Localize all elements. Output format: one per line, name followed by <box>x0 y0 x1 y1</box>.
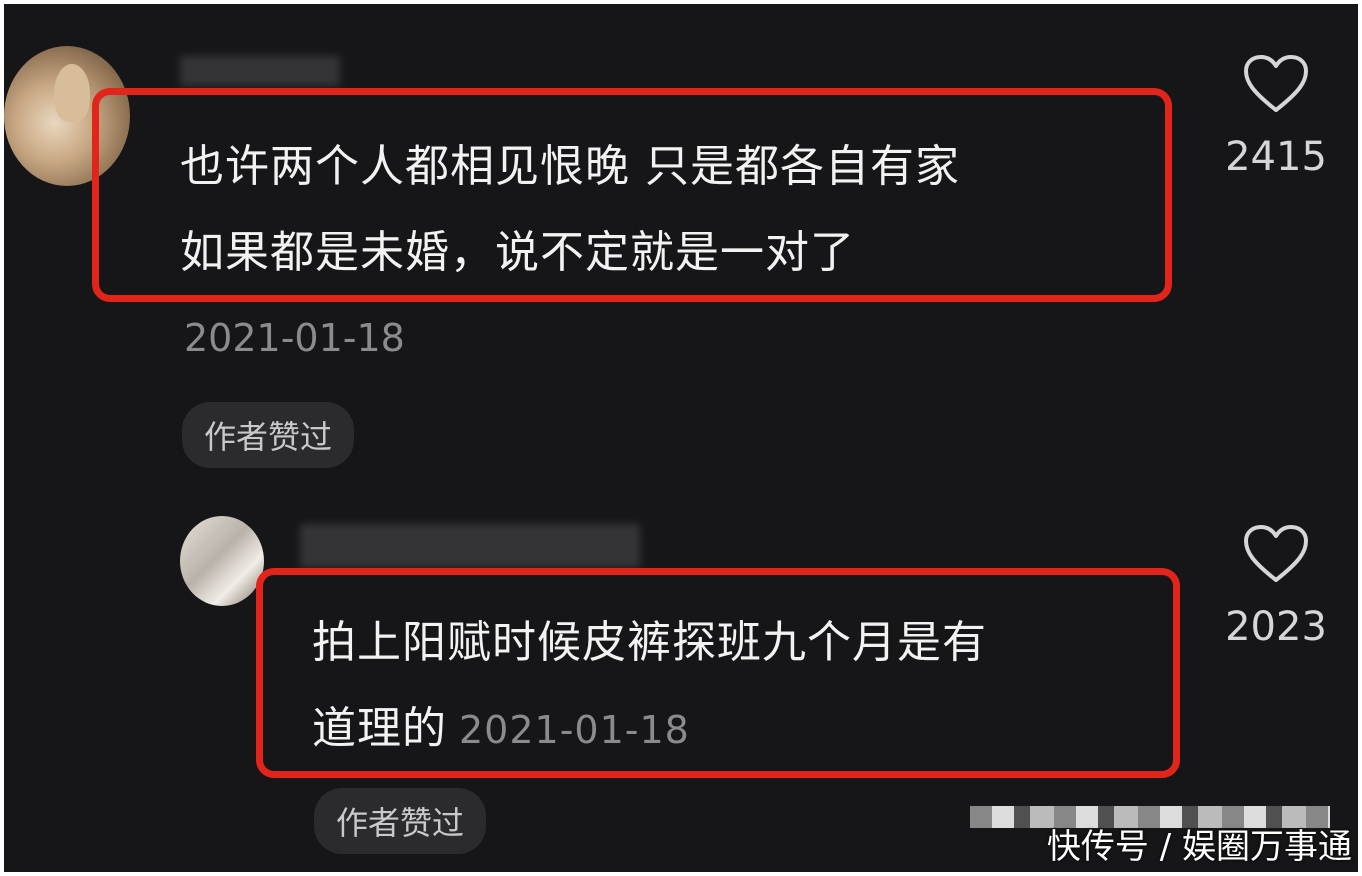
reply-text-line: 拍上阳赋时候皮裤探班九个月是有 <box>312 617 987 668</box>
reply-date: 2021-01-18 <box>459 708 690 752</box>
heart-outline-icon[interactable] <box>1243 524 1309 584</box>
comment-text-line: 也许两个人都相见恨晚 只是都各自有家 <box>180 141 960 192</box>
comment-section: 也许两个人都相见恨晚 只是都各自有家 如果都是未婚，说不定就是一对了 2021-… <box>4 4 1358 872</box>
reply-text-line: 道理的 2021-01-18 <box>312 686 1152 773</box>
author-liked-badge: 作者赞过 <box>182 402 355 468</box>
reply-user-avatar[interactable] <box>180 516 264 606</box>
like-button[interactable]: 2415 <box>1216 54 1336 180</box>
reply-text-tail: 道理的 <box>312 703 447 754</box>
reply-username-blurred[interactable] <box>300 524 640 568</box>
reply-text: 拍上阳赋时候皮裤探班九个月是有 道理的 2021-01-18 <box>312 600 1152 773</box>
rabbit-ear-shape <box>54 64 90 122</box>
username-blurred[interactable] <box>180 56 340 86</box>
heart-outline-icon[interactable] <box>1243 54 1309 114</box>
watermark: 快传号 / 娱圈万事通 <box>1046 827 1352 867</box>
comment-text-line: 如果都是未婚，说不定就是一对了 <box>180 227 855 278</box>
comment-date: 2021-01-18 <box>184 316 405 360</box>
like-count: 2415 <box>1225 134 1327 180</box>
author-liked-badge: 作者赞过 <box>314 788 487 854</box>
like-button[interactable]: 2023 <box>1216 524 1336 650</box>
like-count: 2023 <box>1225 604 1327 650</box>
comment-text: 也许两个人都相见恨晚 只是都各自有家 如果都是未婚，说不定就是一对了 <box>180 124 1150 296</box>
